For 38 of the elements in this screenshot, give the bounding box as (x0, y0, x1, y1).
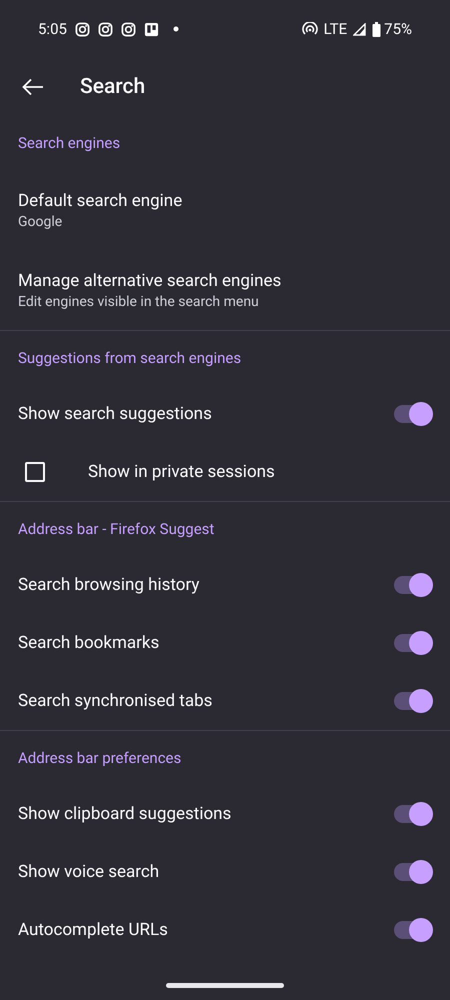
setting-label: Show in private sessions (88, 462, 276, 482)
hotspot-icon (302, 22, 318, 36)
battery-icon (372, 22, 382, 36)
item-description: Edit engines visible in the search menu (18, 294, 259, 310)
board-app-icon (144, 22, 159, 36)
checkbox[interactable] (25, 462, 45, 482)
section-header: Address bar preferences (18, 749, 182, 767)
setting-label: Autocomplete URLs (18, 920, 169, 940)
section-header: Search engines (18, 134, 120, 152)
toggle-switch[interactable] (394, 576, 430, 594)
setting-label: Show voice search (18, 862, 160, 882)
toggle-switch[interactable] (394, 692, 430, 710)
setting-label: Search bookmarks (18, 633, 160, 653)
toggle-switch[interactable] (394, 863, 430, 881)
section-header: Suggestions from search engines (18, 349, 242, 367)
setting-label: Show search suggestions (18, 404, 213, 424)
toggle-switch[interactable] (394, 805, 430, 823)
item-description: Google (18, 214, 62, 230)
clock: 5:05 (38, 20, 67, 38)
setting-label: Search synchronised tabs (18, 691, 214, 711)
page-title: Search (80, 75, 146, 99)
toggle-switch[interactable] (394, 405, 430, 423)
settings-link[interactable]: Manage alternative search engines Edit engines visible in the search menu (0, 250, 450, 330)
setting-label: Show clipboard suggestions (18, 804, 232, 824)
camera-app-icon (74, 22, 90, 36)
battery-percent: 75% (384, 20, 412, 38)
camera-app-icon (98, 22, 113, 36)
settings-link[interactable]: Default search engine Google (0, 170, 450, 250)
notification-dot-icon (172, 26, 179, 32)
camera-app-icon (120, 22, 136, 36)
network-type: LTE (324, 20, 348, 38)
signal-icon (353, 22, 366, 36)
toggle-switch[interactable] (394, 634, 430, 652)
setting-label: Search browsing history (18, 575, 200, 595)
back-arrow-icon (22, 78, 44, 96)
section-header: Address bar - Firefox Suggest (18, 520, 214, 538)
navigation-handle[interactable] (166, 983, 284, 988)
toggle-switch[interactable] (394, 921, 430, 939)
